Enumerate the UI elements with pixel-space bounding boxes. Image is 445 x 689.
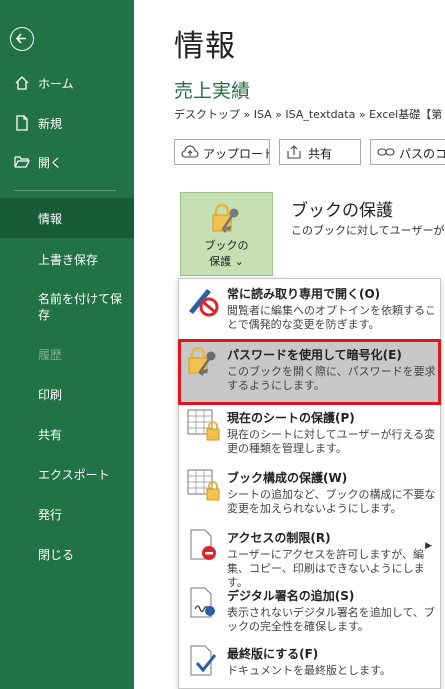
menu-item-encrypt-with-password[interactable]: パスワードを使用して暗号化(E) このブックを開く際に、パスワードを要求するよう… <box>178 339 441 405</box>
lock-key-icon <box>188 346 216 376</box>
nav-close[interactable]: 閉じる <box>0 546 134 566</box>
nav-home-label: ホーム <box>38 77 74 91</box>
menu-item-title: パスワードを使用して暗号化(E) <box>227 348 402 362</box>
protect-label-line2: 保護 ⌄ <box>209 255 244 268</box>
section-description: このブックに対してユーザーが実行 <box>291 224 445 237</box>
cloud-upload-icon <box>181 145 199 158</box>
nav-info[interactable]: 情報 <box>0 198 134 238</box>
mark-final-icon <box>190 645 217 676</box>
menu-item-description: 現在のシートに対してユーザーが行える変更の種類を管理します。 <box>227 428 436 455</box>
copy-path-button[interactable]: パスのコピー <box>370 139 445 165</box>
nav-open-label: 開く <box>38 156 63 170</box>
home-icon <box>15 76 29 90</box>
nav-share[interactable]: 共有 <box>0 426 134 446</box>
menu-item-title: アクセスの制限(R) <box>227 531 331 545</box>
share-icon <box>287 145 301 159</box>
workbook-lock-icon <box>187 469 220 501</box>
menu-item-title: ブック構成の保護(W) <box>227 471 348 485</box>
nav-home[interactable]: ホーム <box>0 75 134 95</box>
nav-export-label: エクスポート <box>38 468 110 482</box>
share-label: 共有 <box>308 147 333 161</box>
menu-item-mark-as-final[interactable]: 最終版にする(F) ドキュメントを最終版とします。 <box>179 639 440 689</box>
nav-save-label: 上書き保存 <box>38 253 99 267</box>
nav-history-label: 履歴 <box>38 348 63 362</box>
nav-new[interactable]: 新規 <box>0 115 134 135</box>
nav-print-label: 印刷 <box>38 388 63 402</box>
nav-publish-label: 発行 <box>38 508 63 522</box>
digital-signature-icon <box>190 587 215 618</box>
back-button[interactable] <box>10 27 34 51</box>
menu-item-restrict-access[interactable]: アクセスの制限(R) ユーザーにアクセスを許可しますが、編集、コピー、印刷はでき… <box>179 523 440 589</box>
breadcrumb: デスクトップ » ISA » ISA_textdata » Excel基礎【第 <box>174 108 443 121</box>
menu-item-description: 閲覧者に編集へのオプトインを依頼することで偶発的な変更を防ぎます。 <box>227 304 436 331</box>
nav-share-label: 共有 <box>38 428 63 442</box>
share-button[interactable]: 共有 <box>279 139 361 165</box>
menu-item-description: ドキュメントを最終版とします。 <box>227 664 391 677</box>
nav-open[interactable]: 開く <box>0 154 134 174</box>
menu-item-add-digital-signature[interactable]: デジタル署名の追加(S) 表示されないデジタル署名を追加して、ブックの完全性を確… <box>179 581 440 639</box>
read-only-icon <box>189 289 219 317</box>
submenu-arrow-icon: ▶ <box>425 541 432 551</box>
copy-path-label: パスのコピー <box>399 147 445 161</box>
open-folder-icon <box>14 156 30 168</box>
upload-button[interactable]: アップロード <box>174 139 270 165</box>
nav-info-label: 情報 <box>38 212 63 226</box>
menu-item-title: 最終版にする(F) <box>227 647 319 661</box>
menu-item-title: 常に読み取り専用で開く(O) <box>227 287 381 301</box>
menu-item-protect-workbook-structure[interactable]: ブック構成の保護(W) シートの追加など、ブックの構成に不要な変更を加えられない… <box>179 463 440 525</box>
protect-workbook-menu: 常に読み取り専用で開く(O) 閲覧者に編集へのオプトインを依頼することで偶発的な… <box>178 278 441 689</box>
menu-item-description: このブックを開く際に、パスワードを要求するようにします。 <box>227 365 436 392</box>
nav-save-as[interactable]: 名前を付けて保存 <box>0 291 134 327</box>
menu-item-description: シートの追加など、ブックの構成に不要な変更を加えられないようにします。 <box>227 488 436 515</box>
menu-item-title: デジタル署名の追加(S) <box>227 589 355 603</box>
upload-label: アップロード <box>203 147 270 161</box>
nav-print[interactable]: 印刷 <box>0 386 134 406</box>
menu-item-description: 表示されないデジタル署名を追加して、ブックの完全性を確保します。 <box>227 606 435 633</box>
protect-label-line1: ブックの <box>204 239 249 252</box>
sidebar-divider <box>14 190 116 191</box>
nav-close-label: 閉じる <box>38 548 75 562</box>
nav-new-label: 新規 <box>38 117 63 131</box>
page-title: 情報 <box>174 29 236 64</box>
nav-publish[interactable]: 発行 <box>0 506 134 526</box>
sheet-lock-icon <box>187 409 220 441</box>
nav-save[interactable]: 上書き保存 <box>0 251 134 271</box>
menu-item-title: 現在のシートの保護(P) <box>227 411 355 425</box>
protect-workbook-button[interactable]: ブックの 保護 ⌄ <box>180 192 273 276</box>
nav-save-as-label: 名前を付けて保存 <box>38 292 123 322</box>
nav-export[interactable]: エクスポート <box>0 466 134 486</box>
menu-item-protect-current-sheet[interactable]: 現在のシートの保護(P) 現在のシートに対してユーザーが行える変更の種類を管理し… <box>179 403 440 463</box>
restrict-access-icon <box>190 529 216 560</box>
nav-history: 履歴 <box>0 346 134 366</box>
backstage-sidebar: ホーム 新規 開く 情報 上書き保存 名前を付けて保存 履歴 印刷 共有 エクス… <box>0 0 134 689</box>
back-arrow-icon <box>15 33 26 44</box>
menu-item-always-open-read-only[interactable]: 常に読み取り専用で開く(O) 閲覧者に編集へのオプトインを依頼することで偶発的な… <box>179 279 440 339</box>
section-title: ブックの保護 <box>291 201 393 221</box>
new-document-icon <box>16 115 28 131</box>
document-title: 売上実績 <box>174 80 251 102</box>
lock-key-icon <box>212 203 239 233</box>
link-icon <box>377 148 395 156</box>
